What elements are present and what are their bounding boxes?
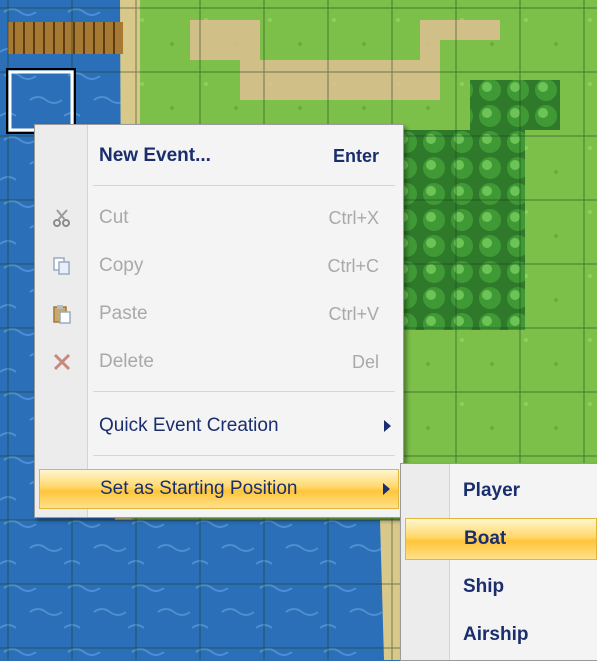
menu-item-label: Cut — [99, 207, 129, 228]
menu-item-label: Quick Event Creation — [99, 415, 279, 436]
submenu-item-ship[interactable]: Ship — [401, 566, 597, 608]
submenu-item-airship[interactable]: Airship — [401, 614, 597, 656]
menu-item-label: Paste — [99, 303, 148, 324]
menu-separator — [93, 391, 395, 392]
menu-item-copy[interactable]: Copy Ctrl+C — [35, 245, 403, 287]
menu-item-label: Set as Starting Position — [100, 478, 298, 499]
submenu-item-player[interactable]: Player — [401, 470, 597, 512]
paste-icon — [49, 301, 75, 327]
menu-item-new-event[interactable]: New Event... Enter — [35, 135, 403, 177]
menu-item-shortcut: Del — [351, 351, 379, 372]
submenu-item-label: Player — [463, 480, 521, 501]
menu-item-shortcut: Ctrl+V — [328, 303, 379, 324]
menu-item-delete[interactable]: Delete Del — [35, 341, 403, 383]
menu-item-quick-event-creation[interactable]: Quick Event Creation — [35, 405, 403, 447]
starting-position-submenu: Player Boat Ship Airship — [400, 463, 597, 661]
menu-item-label: Copy — [99, 255, 144, 276]
menu-separator — [93, 185, 395, 186]
menu-item-paste[interactable]: Paste Ctrl+V — [35, 293, 403, 335]
submenu-arrow-icon — [383, 483, 390, 495]
submenu-arrow-icon — [384, 420, 391, 432]
menu-item-label: Delete — [99, 351, 154, 372]
menu-separator — [93, 455, 395, 456]
menu-item-shortcut: Ctrl+C — [327, 255, 379, 276]
menu-item-shortcut: Enter — [332, 145, 379, 166]
submenu-item-boat[interactable]: Boat — [405, 518, 597, 560]
menu-item-cut[interactable]: Cut Ctrl+X — [35, 197, 403, 239]
scissors-icon — [49, 205, 75, 231]
submenu-item-label: Ship — [463, 576, 505, 597]
menu-item-shortcut: Ctrl+X — [328, 207, 379, 228]
menu-item-label: New Event... — [99, 145, 211, 166]
context-menu: New Event... Enter Cut Ctrl+X Copy Ctrl+… — [34, 124, 404, 518]
submenu-item-label: Boat — [464, 528, 507, 549]
menu-item-set-as-starting-position[interactable]: Set as Starting Position — [39, 469, 399, 509]
copy-icon — [49, 253, 75, 279]
delete-x-icon — [49, 349, 75, 375]
submenu-item-label: Airship — [463, 624, 529, 645]
